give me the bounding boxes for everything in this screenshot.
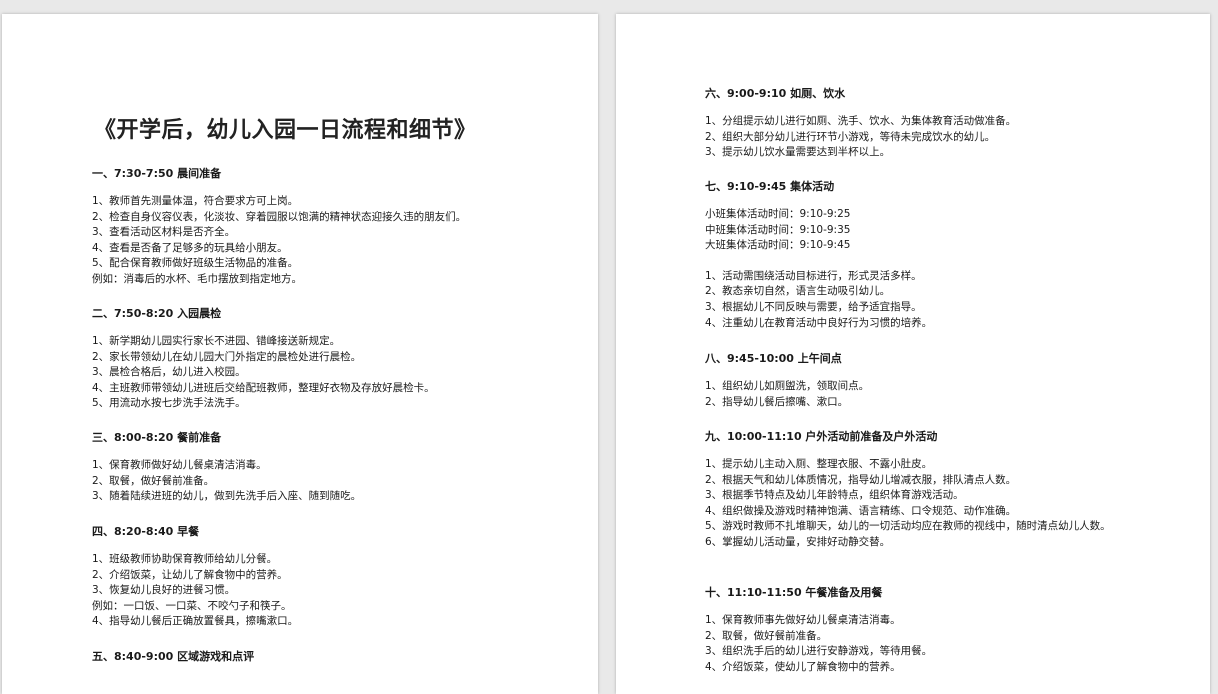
text-line: 3、恢复幼儿良好的进餐习惯。 [92, 584, 236, 597]
section-10: 十、11:10-11:50 午餐准备及用餐 1、保育教师事先做好幼儿餐桌清洁消毒… [705, 585, 1145, 675]
text-line: 2、指导幼儿餐后擦嘴、漱口。 [705, 395, 849, 408]
section-heading: 五、8:40-9:00 区域游戏和点评 [92, 650, 255, 663]
text-line: 5、配合保育教师做好班级生活物品的准备。 [92, 257, 299, 270]
section-heading: 八、9:45-10:00 上午间点 [705, 352, 842, 365]
text-line: 例如：一口饭、一口菜、不咬勺子和筷子。 [92, 599, 292, 612]
text-line: 1、班级教师协助保育教师给幼儿分餐。 [92, 553, 278, 565]
text-line: 1、组织幼儿如厕盥洗，领取间点。 [705, 380, 870, 392]
text-line: 3、晨检合格后，幼儿进入校园。 [92, 366, 246, 379]
text-line: 1、活动需围绕活动目标进行，形式灵活多样。 [705, 269, 922, 282]
text-line: 2、根据天气和幼儿体质情况，指导幼儿增减衣服，排队清点人数。 [705, 473, 1017, 486]
section-heading: 七、9:10-9:45 集体活动 [705, 180, 835, 193]
text-line: 4、查看是否备了足够多的玩具给小朋友。 [92, 241, 288, 254]
text-line: 1、保育教师做好幼儿餐桌清洁消毒。 [92, 459, 267, 471]
text-line: 2、取餐，做好餐前准备。 [92, 474, 215, 487]
text-line: 小班集体活动时间：9:10-9:25 [705, 208, 851, 220]
section-1: 一、7:30-7:50 晨间准备 1、教师首先测量体温，符合要求方可上岗。 2、… [92, 166, 572, 288]
section-heading: 四、8:20-8:40 早餐 [92, 525, 200, 538]
document-page-right: 六、9:00-9:10 如厕、饮水 1、分组提示幼儿进行如厕、洗手、饮水、为集体… [616, 14, 1210, 694]
section-3: 三、8:00-8:20 餐前准备 1、保育教师做好幼儿餐桌清洁消毒。 2、取餐，… [92, 430, 572, 505]
text-line: 3、根据季节特点及幼儿年龄特点，组织体育游戏活动。 [705, 489, 964, 502]
section-7: 七、9:10-9:45 集体活动 小班集体活动时间：9:10-9:25 中班集体… [705, 179, 1145, 331]
section-4: 四、8:20-8:40 早餐 1、班级教师协助保育教师给幼儿分餐。 2、介绍饭菜… [92, 524, 572, 630]
text-line: 2、检查自身仪容仪表，化淡妆、穿着园服以饱满的精神状态迎接久违的朋友们。 [92, 210, 467, 223]
section-6: 六、9:00-9:10 如厕、饮水 1、分组提示幼儿进行如厕、洗手、饮水、为集体… [705, 86, 1145, 161]
section-heading: 十、11:10-11:50 午餐准备及用餐 [705, 586, 883, 599]
text-line: 3、查看活动区材料是否齐全。 [92, 226, 236, 239]
text-line: 4、主班教师带领幼儿进班后交给配班教师，整理好衣物及存放好晨检卡。 [92, 381, 435, 394]
text-line: 例如：消毒后的水杯、毛巾摆放到指定地方。 [92, 272, 302, 285]
document-page-left: 《开学后，幼儿入园一日流程和细节》 一、7:30-7:50 晨间准备 1、教师首… [2, 14, 598, 694]
section-heading: 一、7:30-7:50 晨间准备 [92, 167, 222, 180]
text-line: 4、注重幼儿在教育活动中良好行为习惯的培养。 [705, 316, 933, 329]
text-line: 4、指导幼儿餐后正确放置餐具，擦嘴漱口。 [92, 615, 299, 628]
section-9: 九、10:00-11:10 户外活动前准备及户外活动 1、提示幼儿主动入厕、整理… [705, 429, 1145, 551]
text-line: 大班集体活动时间：9:10-9:45 [705, 239, 851, 252]
text-line: 1、教师首先测量体温，符合要求方可上岗。 [92, 195, 299, 207]
text-line: 5、用流动水按七步洗手法洗手。 [92, 397, 246, 410]
text-line: 2、取餐，做好餐前准备。 [705, 629, 828, 642]
section-2: 二、7:50-8:20 入园晨检 1、新学期幼儿园实行家长不进园、错峰接送新规定… [92, 306, 572, 412]
text-line: 3、随着陆续进班的幼儿，做到先洗手后入座、随到随吃。 [92, 490, 362, 503]
text-line: 2、介绍饭菜，让幼儿了解食物中的营养。 [92, 568, 288, 581]
text-line: 5、游戏时教师不扎堆聊天，幼儿的一切活动均应在教师的视线中，随时清点幼儿人数。 [705, 520, 1111, 533]
text-line: 1、新学期幼儿园实行家长不进园、错峰接送新规定。 [92, 335, 341, 347]
text-line: 4、组织做操及游戏时精神饱满、语言精练、口令规范、动作准确。 [705, 504, 1017, 517]
text-line: 1、分组提示幼儿进行如厕、洗手、饮水、为集体教育活动做准备。 [705, 115, 1017, 127]
section-heading: 六、9:00-9:10 如厕、饮水 [705, 87, 846, 100]
text-line: 3、组织洗手后的幼儿进行安静游戏，等待用餐。 [705, 645, 933, 658]
section-5: 五、8:40-9:00 区域游戏和点评 [92, 649, 572, 677]
text-line: 2、组织大部分幼儿进行环节小游戏，等待未完成饮水的幼儿。 [705, 130, 996, 143]
text-line: 4、介绍饭菜，使幼儿了解食物中的营养。 [705, 660, 901, 673]
document-title: 《开学后，幼儿入园一日流程和细节》 [94, 118, 477, 143]
section-heading: 三、8:00-8:20 餐前准备 [92, 431, 222, 444]
text-line: 2、教态亲切自然，语言生动吸引幼儿。 [705, 285, 891, 298]
section-8: 八、9:45-10:00 上午间点 1、组织幼儿如厕盥洗，领取间点。 2、指导幼… [705, 351, 1145, 410]
text-line: 6、掌握幼儿活动量，安排好动静交替。 [705, 535, 891, 548]
text-line: 1、提示幼儿主动入厕、整理衣服、不露小肚皮。 [705, 458, 933, 470]
text-line: 1、保育教师事先做好幼儿餐桌清洁消毒。 [705, 614, 901, 626]
text-line: 3、提示幼儿饮水量需要达到半杯以上。 [705, 146, 891, 159]
text-line: 中班集体活动时间：9:10-9:35 [705, 223, 851, 236]
section-heading: 二、7:50-8:20 入园晨检 [92, 307, 222, 320]
text-line: 2、家长带领幼儿在幼儿园大门外指定的晨检处进行晨检。 [92, 350, 362, 363]
section-heading: 九、10:00-11:10 户外活动前准备及户外活动 [705, 430, 938, 443]
text-line: 3、根据幼儿不同反映与需要，给予适宜指导。 [705, 300, 922, 313]
